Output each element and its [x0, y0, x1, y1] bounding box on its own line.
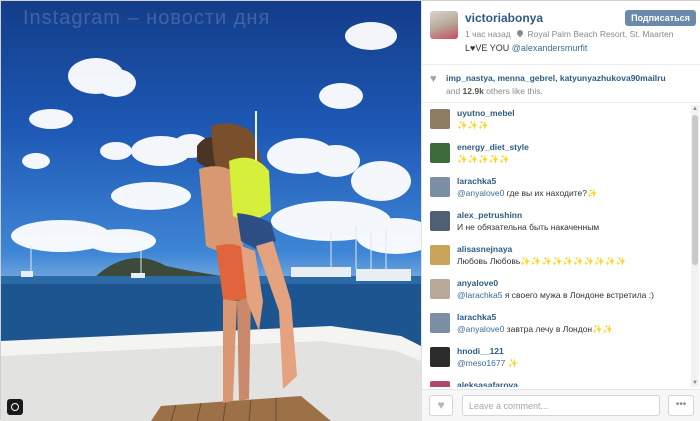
comment-item: alisasnejnaya Любовь Любовь✨✨✨✨✨✨✨✨✨✨ [422, 241, 692, 275]
comment-body: Любовь Любовь✨✨✨✨✨✨✨✨✨✨ [457, 256, 627, 266]
commenter-username-link[interactable]: anyalove0 [457, 278, 498, 288]
comment-text: ✨✨✨✨✨ [457, 154, 510, 165]
comment-item: energy_diet_style ✨✨✨✨✨ [422, 139, 692, 173]
commenter-avatar[interactable] [430, 279, 450, 299]
comment-item: alex_petrushinn И не обязательна быть нак… [422, 207, 692, 241]
commenter-avatar[interactable] [430, 313, 450, 333]
comments-list: uyutno_mebel ✨✨✨ energy_diet_style ✨✨✨✨✨ lar… [422, 105, 692, 387]
location-pin-icon [515, 28, 525, 38]
owner-username-link[interactable]: victoriabonya [465, 11, 543, 25]
scroll-thumb[interactable] [692, 115, 698, 265]
commenter-avatar[interactable] [430, 347, 450, 367]
commenter-username-link[interactable]: alisasnejnaya [457, 244, 512, 254]
post-caption: L♥VE YOU @alexandersmurfit [465, 43, 587, 53]
more-options-button[interactable]: ••• [668, 395, 694, 416]
comment-body: ✨✨✨✨✨ [457, 154, 510, 164]
post-time: 1 час назад [465, 29, 511, 39]
comment-text: Любовь Любовь✨✨✨✨✨✨✨✨✨✨ [457, 256, 626, 267]
likes-and-text: and [446, 86, 463, 96]
comments-scrollbar[interactable]: ▲ ▼ [691, 105, 699, 387]
comment-body: ✨ [505, 358, 519, 368]
follow-button[interactable]: Подписаться [625, 10, 696, 26]
comment-item: hnodi__121 @meso1677 ✨ [422, 343, 692, 377]
comment-text: @larachka5 я своего мужа в Лондоне встре… [457, 290, 654, 300]
likes-others-text: others like this. [483, 86, 543, 96]
comment-item: larachka5 @anyalove0 где вы их находите?✨ [422, 173, 692, 207]
likes-section: ♥ imp_nastya, menna_gebrel, katyunyazhuk… [422, 65, 700, 103]
comment-text: ✨✨✨ [457, 120, 489, 131]
comment-bar: ♥ ••• [422, 389, 700, 421]
comment-mention-link[interactable]: @anyalove0 [457, 324, 504, 334]
comment-body: где вы их находите?✨ [504, 188, 598, 198]
comment-text: @meso1677 ✨ [457, 358, 518, 369]
comment-input[interactable] [462, 395, 660, 416]
caption-mention-link[interactable]: @alexandersmurfit [512, 43, 588, 53]
post-photo[interactable]: Instagram – новости дня [1, 1, 421, 421]
commenter-avatar[interactable] [430, 381, 450, 387]
post-header: victoriabonya Подписаться 1 час назад Ro… [422, 1, 700, 65]
comment-text: И не обязательна быть накаченным [457, 222, 599, 232]
commenter-avatar[interactable] [430, 245, 450, 265]
comment-mention-link[interactable]: @meso1677 [457, 358, 505, 368]
comment-body: И не обязательна быть накаченным [457, 222, 600, 232]
likes-summary: and 12.9k others like this. [446, 86, 543, 96]
comment-item: uyutno_mebel ✨✨✨ [422, 105, 692, 139]
comment-item: aleksasafarova [422, 377, 692, 387]
commenter-avatar[interactable] [430, 177, 450, 197]
commenter-username-link[interactable]: larachka5 [457, 176, 496, 186]
comment-body: я своего мужа в Лондоне встретила :) [502, 290, 654, 300]
commenter-username-link[interactable]: energy_diet_style [457, 142, 529, 152]
heart-icon: ♥ [430, 73, 437, 85]
commenter-avatar[interactable] [430, 143, 450, 163]
comment-item: larachka5 @anyalove0 завтра лечу в Лондон… [422, 309, 692, 343]
commenter-username-link[interactable]: uyutno_mebel [457, 108, 515, 118]
like-button[interactable]: ♥ [429, 395, 453, 416]
comment-mention-link[interactable]: @larachka5 [457, 290, 502, 300]
caption-text: L♥VE YOU [465, 43, 512, 53]
comment-body: завтра лечу в Лондон✨✨ [504, 324, 614, 334]
owner-avatar[interactable] [430, 11, 458, 39]
commenter-username-link[interactable]: hnodi__121 [457, 346, 504, 356]
photo-watermark: Instagram – новости дня [23, 7, 271, 29]
likes-count[interactable]: 12.9k [463, 86, 484, 96]
comment-mention-link[interactable]: @anyalove0 [457, 188, 504, 198]
post-location-link[interactable]: Royal Palm Beach Resort, St. Maarten [528, 29, 674, 39]
heart-icon: ♥ [437, 398, 445, 412]
commenter-username-link[interactable]: aleksasafarova [457, 380, 518, 387]
comment-item: anyalove0 @larachka5 я своего мужа в Лонд… [422, 275, 692, 309]
post-details-panel: victoriabonya Подписаться 1 час назад Ro… [421, 1, 700, 421]
comment-text: @anyalove0 где вы их находите?✨ [457, 188, 598, 199]
post-meta: 1 час назад Royal Palm Beach Resort, St.… [465, 28, 674, 39]
commenter-avatar[interactable] [430, 109, 450, 129]
likers-list[interactable]: imp_nastya, menna_gebrel, katyunyazhukov… [446, 73, 666, 83]
commenter-username-link[interactable]: alex_petrushinn [457, 210, 522, 220]
scroll-down-arrow-icon[interactable]: ▼ [691, 379, 699, 387]
commenter-username-link[interactable]: larachka5 [457, 312, 496, 322]
scroll-up-arrow-icon[interactable]: ▲ [691, 105, 699, 113]
comment-text: @anyalove0 завтра лечу в Лондон✨✨ [457, 324, 613, 335]
commenter-avatar[interactable] [430, 211, 450, 231]
post-modal: Instagram – новости дня victoriabonya По… [0, 0, 700, 421]
more-options-icon: ••• [675, 399, 687, 410]
photo-illustration [1, 22, 421, 421]
instagram-camera-icon [7, 399, 23, 415]
comment-body: ✨✨✨ [457, 120, 489, 130]
